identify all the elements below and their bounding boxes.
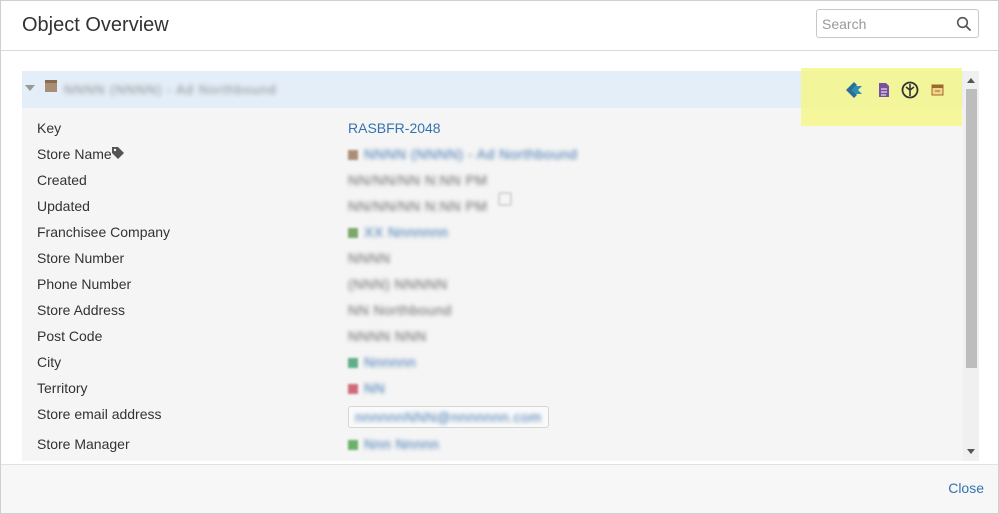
attribute-value[interactable]: XX Nnnnnnn	[348, 224, 448, 240]
attribute-label: Post Code	[37, 328, 103, 344]
scrollbar-thumb[interactable]	[966, 89, 977, 368]
vertical-scrollbar[interactable]	[963, 71, 979, 461]
attribute-value: NN/NN/NN N:NN PM	[348, 172, 487, 188]
dialog-header: Object Overview	[1, 1, 998, 51]
attribute-value-text[interactable]: XX Nnnnnnn	[364, 224, 448, 240]
attribute-value-text: NNNN	[348, 250, 391, 266]
attribute-label: Created	[37, 172, 87, 188]
attribute-label: Territory	[37, 380, 88, 396]
attribute-value[interactable]: RASBFR-2048	[348, 120, 441, 136]
attribute-value-text: NN Northbound	[348, 302, 452, 318]
attribute-value[interactable]: Nnnnnn	[348, 354, 416, 370]
attribute-value: NNNN NNN	[348, 328, 427, 344]
attribute-value-text[interactable]: Nnnnnn	[364, 354, 416, 370]
object-key-link[interactable]: RASBFR-2048	[348, 120, 441, 136]
attribute-value[interactable]: NNNN (NNNN) - Ad Northbound	[348, 146, 577, 162]
dialog-title: Object Overview	[22, 14, 169, 36]
attribute-label: Store Address	[37, 302, 125, 318]
attribute-value-text: (NNN) NNNNN	[348, 276, 448, 292]
attribute-value-text: NNNN NNN	[348, 328, 427, 344]
graph-icon[interactable]	[900, 80, 920, 100]
object-type-icon	[348, 384, 358, 394]
object-type-icon	[348, 228, 358, 238]
mouse-cursor-icon	[498, 192, 512, 206]
attribute-label: City	[37, 354, 62, 370]
attribute-value[interactable]: nnnnnnNNN@nnnnnnn.com	[348, 406, 549, 428]
attribute-label: Phone Number	[37, 276, 132, 292]
search-icon[interactable]	[956, 16, 972, 32]
object-name: NNNN (NNNN) - Ad Northbound	[64, 82, 277, 97]
scroll-up-icon[interactable]	[967, 78, 975, 83]
close-button[interactable]: Close	[948, 480, 984, 496]
collapse-caret-icon[interactable]	[25, 85, 35, 91]
store-object-icon	[45, 80, 57, 92]
object-type-icon	[348, 358, 358, 368]
email-chip[interactable]: nnnnnnNNN@nnnnnnn.com	[348, 406, 549, 428]
attribute-value[interactable]: Nnn Nnnnn	[348, 436, 439, 452]
attribute-value: NNNN	[348, 250, 390, 266]
attribute-label: Franchisee Company	[37, 224, 171, 240]
search-input[interactable]	[822, 14, 952, 34]
jira-issue-icon[interactable]	[844, 80, 864, 100]
search-box[interactable]	[816, 9, 979, 38]
tag-icon	[111, 146, 125, 163]
dialog-footer: Close	[1, 464, 998, 513]
attribute-label: Updated	[37, 198, 90, 214]
attribute-value: NN/NN/NN N:NN PM	[348, 198, 487, 214]
object-panel: NNNN (NNNN) - Ad Northbound Key RASBFR-20…	[22, 71, 979, 461]
scroll-down-icon[interactable]	[967, 449, 975, 454]
attribute-value-text[interactable]: nnnnnnNNN@nnnnnnn.com	[355, 409, 542, 425]
attribute-value-text[interactable]: NN	[364, 380, 385, 396]
attribute-value-text: NN/NN/NN N:NN PM	[348, 172, 488, 188]
attribute-value[interactable]: NN	[348, 380, 385, 396]
attribute-label: Store Name	[37, 146, 112, 162]
attribute-label: Store Number	[37, 250, 125, 266]
attribute-label: Store Manager	[37, 436, 130, 452]
object-overview-dialog: Object Overview NNNN (NNNN) - Ad Northbo…	[0, 0, 999, 514]
attribute-label: Key	[37, 120, 62, 136]
document-icon[interactable]	[874, 80, 894, 100]
object-type-icon	[348, 150, 358, 160]
attribute-value: NN Northbound	[348, 302, 452, 318]
attribute-value-text: NN/NN/NN N:NN PM	[348, 198, 488, 214]
object-type-icon	[348, 440, 358, 450]
attribute-value-text[interactable]: NNNN (NNNN) - Ad Northbound	[364, 146, 577, 162]
calendar-icon[interactable]	[927, 80, 947, 100]
attribute-value: (NNN) NNNNN	[348, 276, 448, 292]
attribute-value-text[interactable]: Nnn Nnnnn	[364, 436, 439, 452]
attribute-label: Store email address	[37, 406, 162, 422]
